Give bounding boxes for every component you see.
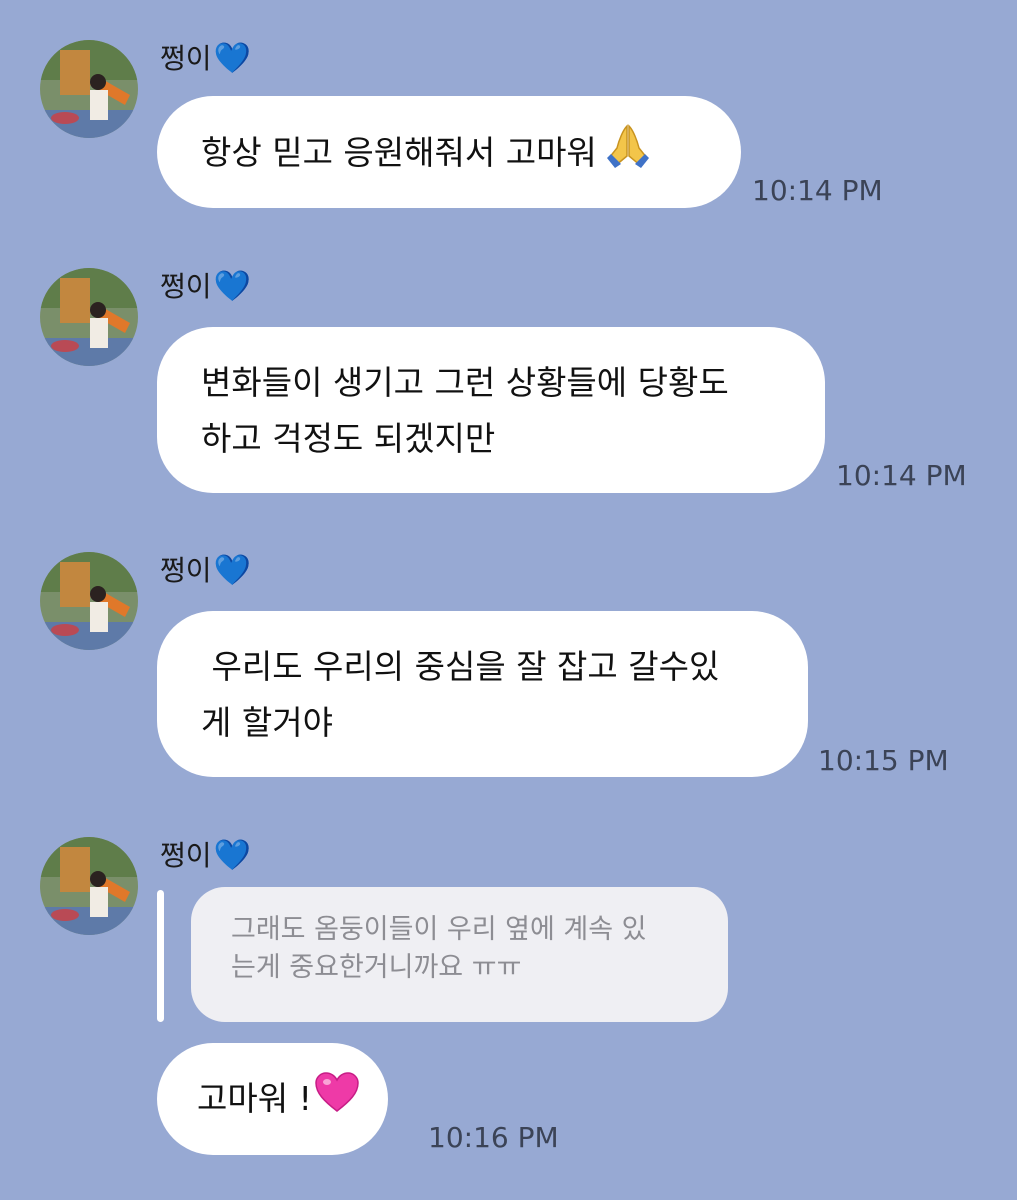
avatar[interactable] [40,268,138,366]
message-text-line: 게 할거야 [201,703,333,742]
quote-bar [157,890,164,1022]
sender-name: 쩡이💙 [160,269,251,304]
quoted-text-line: 그래도 옴둥이들이 우리 옆에 계속 있 [231,914,647,945]
blue-heart-icon: 💙 [213,553,251,588]
quoted-text-line: 는게 중요한거니까요 ㅠㅠ [231,952,522,983]
message-bubble[interactable]: 변화들이 생기고 그런 상황들에 당황도 하고 걱정도 되겠지만 [157,327,825,493]
message-text-line: 변화들이 생기고 그런 상황들에 당황도 [201,363,729,402]
message-text: 항상 믿고 응원해줘서 고마워 [201,133,597,172]
message-text-line: 우리도 우리의 중심을 잘 잡고 갈수있 [201,647,720,686]
sender-name: 쩡이💙 [160,41,251,76]
sender-name: 쩡이💙 [160,553,251,588]
blue-heart-icon: 💙 [213,269,251,304]
pink-heart-icon [314,1071,360,1130]
message-text: 고마워 ! [197,1079,312,1118]
avatar[interactable] [40,837,138,935]
avatar[interactable] [40,40,138,138]
timestamp: 10:16 PM [428,1121,559,1154]
message-text-line: 하고 걱정도 되겠지만 [201,419,496,458]
message-bubble[interactable]: 고마워 ! [157,1043,388,1155]
folded-hands-icon [605,124,651,185]
message-bubble[interactable]: 항상 믿고 응원해줘서 고마워 [157,96,741,208]
timestamp: 10:14 PM [752,174,883,207]
quoted-message[interactable]: 그래도 옴둥이들이 우리 옆에 계속 있 는게 중요한거니까요 ㅠㅠ [191,887,728,1022]
blue-heart-icon: 💙 [213,41,251,76]
timestamp: 10:14 PM [836,459,967,492]
timestamp: 10:15 PM [818,744,949,777]
avatar[interactable] [40,552,138,650]
blue-heart-icon: 💙 [213,838,251,873]
message-bubble[interactable]: 우리도 우리의 중심을 잘 잡고 갈수있 게 할거야 [157,611,808,777]
sender-name: 쩡이💙 [160,838,251,873]
